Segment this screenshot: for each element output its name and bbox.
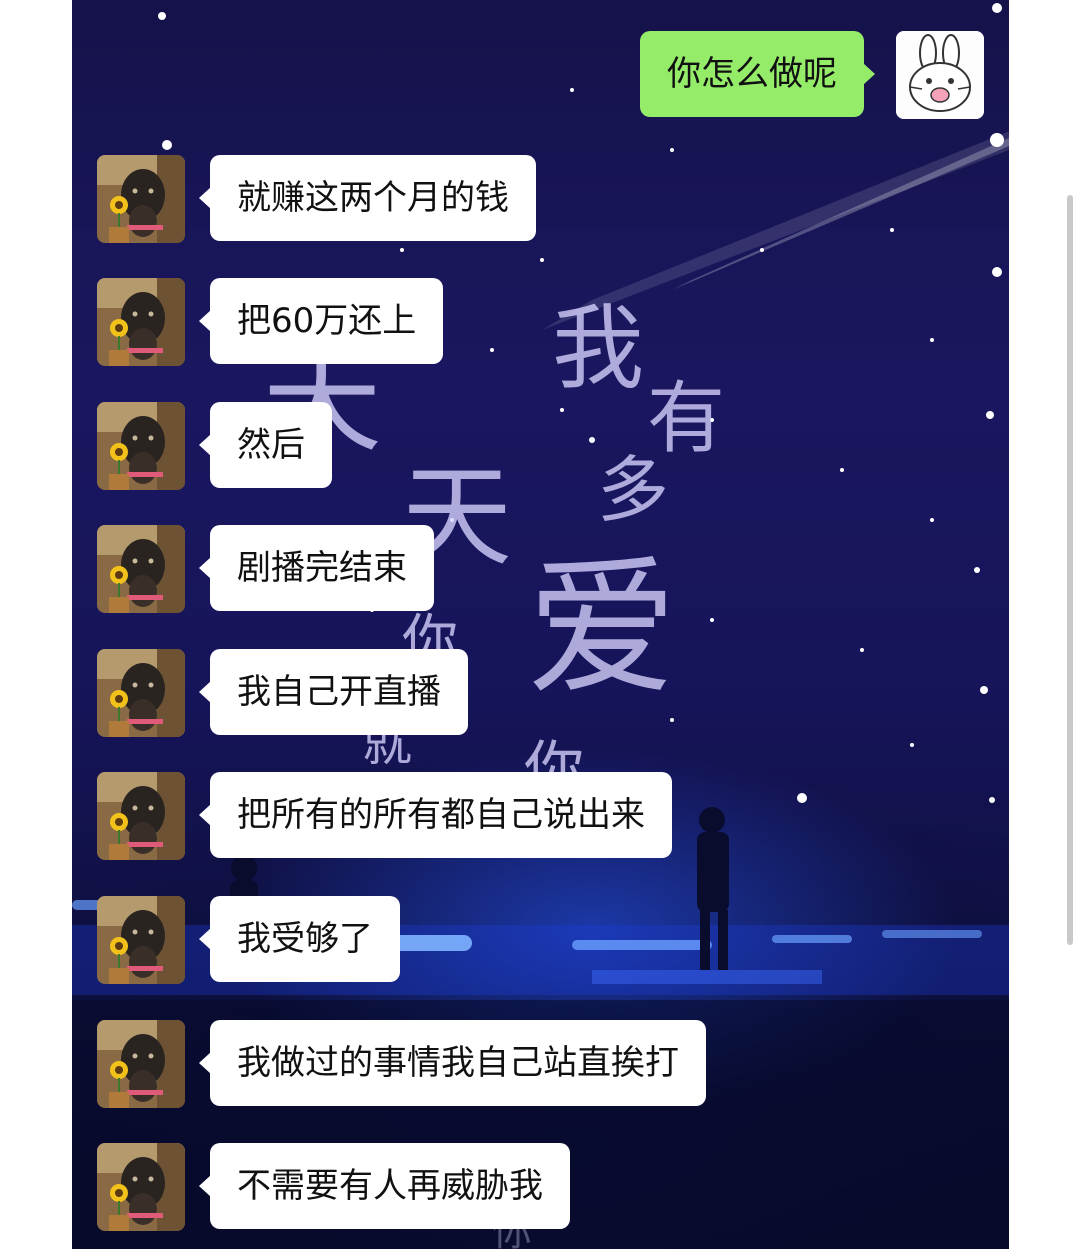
- incoming-message-bubble[interactable]: 剧播完结束: [199, 525, 434, 611]
- lyric-char-1: 我: [552, 295, 644, 402]
- lyric-char-3: 多: [597, 448, 669, 532]
- incoming-message-text: 不需要有人再威胁我: [237, 1166, 543, 1206]
- incoming-message-text: 然后: [237, 425, 305, 465]
- lyric-char-4: 爱: [527, 542, 677, 716]
- chat-window: 我 有 多 爱 你 天 天 你 就 你怎么做呢 就赚这两个月的钱 把60万还上 …: [72, 0, 1009, 1249]
- incoming-message-bubble[interactable]: 把60万还上: [198, 278, 444, 364]
- dog-sunflower-avatar-icon[interactable]: [97, 1020, 185, 1108]
- incoming-message-bubble[interactable]: 把所有的所有都自己说出来: [199, 772, 672, 858]
- dog-sunflower-avatar-icon[interactable]: [97, 402, 185, 490]
- incoming-message-text: 我自己开直播: [237, 672, 441, 712]
- incoming-message-text: 我受够了: [237, 919, 373, 959]
- incoming-message-bubble[interactable]: 我受够了: [199, 896, 400, 982]
- dog-sunflower-avatar-icon[interactable]: [97, 772, 185, 860]
- incoming-message-text: 我做过的事情我自己站直挨打: [237, 1043, 679, 1083]
- outgoing-message-text: 你怎么做呢: [667, 54, 837, 94]
- dog-sunflower-avatar-icon[interactable]: [97, 278, 185, 366]
- dog-sunflower-avatar-icon[interactable]: [97, 1143, 185, 1231]
- dog-sunflower-avatar-icon[interactable]: [97, 896, 185, 984]
- incoming-message-bubble[interactable]: 我做过的事情我自己站直挨打: [199, 1020, 706, 1106]
- incoming-message-bubble[interactable]: 就赚这两个月的钱: [199, 155, 536, 241]
- scrollbar[interactable]: [1067, 195, 1073, 945]
- dog-sunflower-avatar-icon[interactable]: [97, 525, 185, 613]
- dog-sunflower-avatar-icon[interactable]: [97, 649, 185, 737]
- incoming-message-bubble[interactable]: 然后: [199, 402, 332, 488]
- incoming-message-text: 就赚这两个月的钱: [237, 178, 509, 218]
- incoming-message-text: 剧播完结束: [237, 548, 407, 588]
- dog-sunflower-avatar-icon[interactable]: [97, 155, 185, 243]
- incoming-message-text: 把60万还上: [237, 301, 417, 341]
- outgoing-message-bubble[interactable]: 你怎么做呢: [640, 31, 875, 117]
- bunny-avatar-icon[interactable]: [896, 31, 984, 119]
- incoming-message-bubble[interactable]: 我自己开直播: [199, 649, 468, 735]
- incoming-message-bubble[interactable]: 不需要有人再威胁我: [199, 1143, 570, 1229]
- incoming-message-text: 把所有的所有都自己说出来: [237, 795, 645, 835]
